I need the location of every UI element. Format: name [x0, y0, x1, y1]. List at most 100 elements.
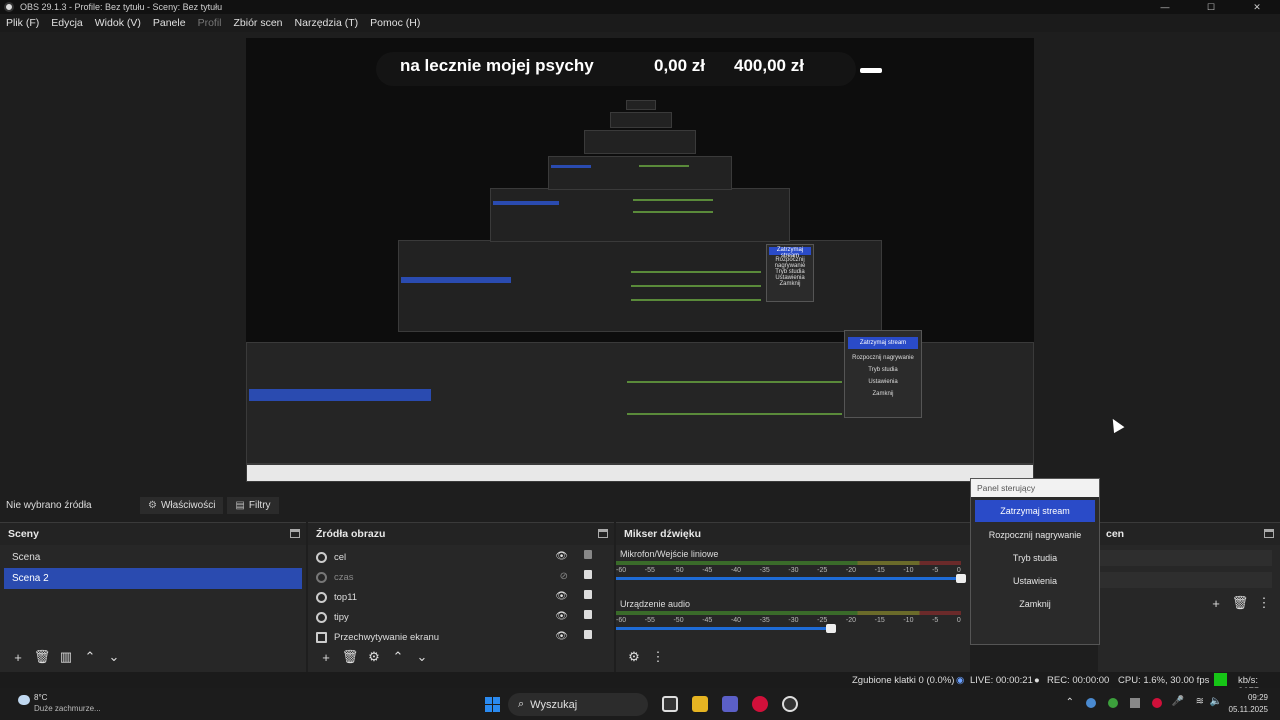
taskbar-clock[interactable]: 09:29 05.11.2025 — [1229, 692, 1268, 716]
start-recording-button[interactable]: Rozpocznij nagrywanie — [975, 525, 1095, 545]
scene-item-selected[interactable]: Scena 2 — [4, 568, 302, 589]
volume-fader[interactable] — [616, 624, 836, 633]
delete-source-icon[interactable]: 🗑 — [338, 649, 362, 665]
duration-input[interactable] — [1098, 572, 1272, 588]
add-transition-icon[interactable]: + — [1204, 596, 1228, 611]
source-name: Przechwytywanie ekranu — [334, 631, 440, 643]
add-scene-icon[interactable]: + — [6, 650, 30, 665]
source-row[interactable]: top11 👁 — [308, 587, 614, 607]
menu-help[interactable]: Pomoc (H) — [370, 17, 420, 29]
mixer-dock-header: Mikser dźwięku — [616, 523, 970, 545]
exit-button[interactable]: Zamknij — [975, 594, 1095, 614]
weather-temp: 8°C — [34, 693, 48, 702]
transitions-dock: cen + 🗑 ⋮ — [1098, 522, 1280, 672]
nested-capture-3 — [548, 156, 732, 190]
task-view-icon[interactable] — [662, 696, 678, 712]
obs-taskbar-icon[interactable] — [782, 696, 798, 712]
taskbar-search[interactable]: ⌕ Wyszukaj — [508, 693, 648, 716]
tray-app-icon[interactable] — [1108, 698, 1118, 708]
undock-icon[interactable] — [598, 529, 608, 538]
source-row[interactable]: cel 👁 — [308, 547, 614, 567]
visibility-icon[interactable]: 👁 — [555, 591, 568, 602]
live-icon: ◉ — [956, 675, 965, 686]
undock-icon[interactable] — [290, 529, 300, 538]
menu-tools[interactable]: Narzędzia (T) — [295, 17, 359, 29]
mixer-track: Urządzenie audio -60 -55 -50 -45 -40 -35 -30 -2… — [616, 595, 970, 645]
monitor-icon — [316, 631, 327, 643]
more-options-icon[interactable]: ⋮ — [1252, 595, 1276, 611]
lock-icon[interactable] — [584, 570, 592, 579]
wifi-icon[interactable]: ≋ — [1196, 696, 1204, 707]
opera-icon[interactable] — [752, 696, 768, 712]
transition-select[interactable] — [1098, 550, 1272, 566]
advanced-audio-icon[interactable]: ⚙ — [622, 649, 646, 665]
delete-transition-icon[interactable]: 🗑 — [1228, 595, 1252, 611]
lock-icon[interactable] — [584, 590, 592, 599]
settings-button[interactable]: Ustawienia — [975, 571, 1095, 591]
menu-scene-collection[interactable]: Zbiór scen — [234, 17, 283, 29]
move-down-icon[interactable]: ⌄ — [102, 649, 126, 665]
more-options-icon[interactable]: ⋮ — [646, 649, 670, 665]
move-up-icon[interactable]: ⌃ — [386, 649, 410, 665]
source-name: tipy — [334, 611, 349, 623]
menu-view[interactable]: Widok (V) — [95, 17, 141, 29]
tray-mic-icon[interactable]: 🎤 — [1172, 696, 1184, 707]
move-up-icon[interactable]: ⌃ — [78, 649, 102, 665]
source-row[interactable]: Przechwytywanie ekranu 👁 — [308, 627, 614, 647]
studio-mode-button[interactable]: Tryb studia — [975, 548, 1095, 568]
source-name: cel — [334, 551, 347, 563]
filters-scene-icon[interactable]: ▥ — [54, 649, 78, 665]
nested-capture-2 — [490, 188, 790, 242]
nested-capture-4 — [584, 130, 696, 154]
track-name: Urządzenie audio — [620, 599, 691, 609]
rec-time: REC: 00:00:00 — [1047, 675, 1110, 686]
menu-file[interactable]: Plik (F) — [6, 17, 39, 29]
sources-dock: Źródła obrazu cel 👁 czas ⊘ top11 👁 tipy … — [308, 522, 614, 672]
overlay-current-amount: 0,00 zł — [654, 56, 706, 75]
visibility-icon[interactable]: 👁 — [555, 611, 568, 622]
volume-fader[interactable] — [616, 574, 966, 583]
filters-button[interactable]: ▤ Filtry — [227, 496, 279, 514]
source-settings-icon[interactable]: ⚙ — [362, 649, 386, 665]
visibility-icon[interactable]: 👁 — [555, 551, 568, 562]
undock-icon[interactable] — [1264, 529, 1274, 538]
visibility-icon[interactable]: 👁 — [555, 631, 568, 642]
stop-stream-button[interactable]: Zatrzymaj stream — [975, 500, 1095, 522]
stream-health-indicator — [1214, 673, 1227, 686]
mixer-track: Mikrofon/Wejście liniowe -60 -55 -50 -45 -40… — [616, 545, 970, 595]
meter-scale: -60 -55 -50 -45 -40 -35 -30 -25 -20 -15 -10 -5 0 — [616, 617, 961, 624]
scenes-dock: Sceny Scena Scena 2 + 🗑 ▥ ⌃ ⌄ — [0, 522, 306, 672]
unlock-icon[interactable] — [584, 550, 592, 559]
menu-edit[interactable]: Edycja — [51, 17, 83, 29]
close-icon[interactable]: ✕ — [1234, 0, 1280, 14]
program-preview[interactable]: na lecznie mojej psychy 0,00 zł 400,00 z… — [246, 38, 1034, 482]
add-source-icon[interactable]: + — [314, 650, 338, 665]
tray-chevron-icon[interactable]: ⌃ — [1066, 697, 1074, 708]
delete-scene-icon[interactable]: 🗑 — [30, 649, 54, 665]
scene-item[interactable]: Scena — [4, 547, 302, 568]
fader-knob[interactable] — [956, 574, 966, 583]
teams-icon[interactable] — [722, 696, 738, 712]
properties-button[interactable]: ⚙ Właściwości — [140, 496, 224, 514]
menu-profile[interactable]: Profil — [198, 17, 222, 29]
file-explorer-icon[interactable] — [692, 696, 708, 712]
maximize-icon[interactable]: ☐ — [1188, 0, 1234, 14]
lock-icon[interactable] — [584, 630, 592, 639]
minimize-icon[interactable]: — — [1142, 0, 1188, 14]
title-bar: OBS 29.1.3 - Profile: Bez tytułu - Sceny… — [0, 0, 1280, 14]
hidden-icon[interactable]: ⊘ — [560, 571, 568, 582]
source-row[interactable]: czas ⊘ — [308, 567, 614, 587]
source-type-icon — [316, 571, 327, 583]
volume-meter — [616, 611, 961, 615]
tray-opera-icon[interactable] — [1152, 698, 1162, 708]
windows-start-icon[interactable] — [485, 697, 500, 712]
move-down-icon[interactable]: ⌄ — [410, 649, 434, 665]
menu-docks[interactable]: Panele — [153, 17, 186, 29]
tray-app-icon[interactable] — [1086, 698, 1096, 708]
speaker-icon[interactable]: 🔈 — [1210, 696, 1222, 707]
fader-knob[interactable] — [826, 624, 836, 633]
window-title: OBS 29.1.3 - Profile: Bez tytułu - Sceny… — [20, 2, 223, 12]
lock-icon[interactable] — [584, 610, 592, 619]
tray-app-icon[interactable] — [1130, 698, 1140, 708]
source-row[interactable]: tipy 👁 — [308, 607, 614, 627]
